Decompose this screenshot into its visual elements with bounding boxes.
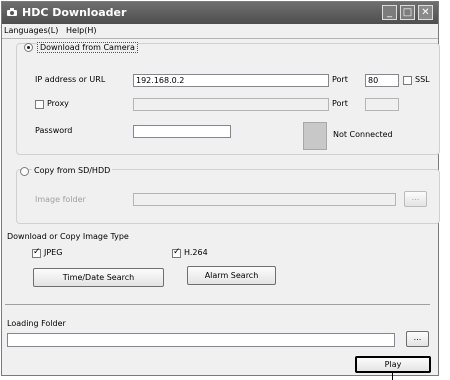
play-button[interactable]: Play — [355, 356, 431, 373]
callout-line — [392, 373, 393, 380]
proxy-port-label: Port — [332, 99, 348, 108]
proxy-checkbox[interactable] — [35, 100, 44, 109]
alarm-search-button[interactable]: Alarm Search — [187, 266, 276, 285]
copy-from-sd-hdd-radio[interactable] — [20, 167, 29, 176]
copy-from-sd-hdd-label[interactable]: Copy from SD/HDD — [32, 166, 113, 175]
hdc-downloader-window: HDC Downloader _ □ ✕ Languages(L) Help(H… — [1, 1, 440, 376]
menu-help[interactable]: Help(H) — [66, 26, 97, 35]
jpeg-checkbox[interactable] — [32, 247, 41, 258]
ip-address-input[interactable]: 192.168.0.2 — [133, 74, 329, 87]
maximize-button[interactable]: □ — [400, 5, 415, 20]
jpeg-label: JPEG — [44, 248, 63, 257]
image-type-label: Download or Copy Image Type — [7, 232, 129, 241]
close-button[interactable]: ✕ — [418, 5, 433, 20]
camera-icon — [7, 8, 17, 16]
connection-status-indicator — [303, 122, 327, 150]
ssl-label: SSL — [415, 75, 430, 84]
loading-folder-input[interactable] — [7, 333, 395, 347]
copy-from-sd-hdd-group: Copy from SD/HDD Image folder ... — [16, 166, 440, 224]
loading-folder-label: Loading Folder — [7, 319, 66, 328]
minimize-button[interactable]: _ — [382, 5, 397, 20]
password-input[interactable] — [133, 125, 231, 138]
proxy-input[interactable] — [133, 98, 329, 111]
connection-status-text: Not Connected — [333, 130, 393, 139]
download-from-camera-radio[interactable] — [24, 43, 33, 52]
image-folder-input[interactable] — [133, 193, 396, 206]
download-from-camera-group: Download from Camera IP address or URL 1… — [16, 42, 440, 155]
h264-checkbox[interactable] — [172, 247, 181, 258]
port-input[interactable]: 80 — [365, 74, 399, 87]
menu-languages[interactable]: Languages(L) — [4, 26, 58, 35]
section-divider — [5, 304, 430, 305]
loading-folder-browse-button[interactable]: ... — [406, 331, 429, 347]
proxy-port-input[interactable] — [365, 98, 399, 111]
h264-label: H.264 — [184, 248, 208, 257]
download-from-camera-label[interactable]: Download from Camera — [37, 42, 138, 53]
password-label: Password — [35, 126, 73, 135]
port-label: Port — [332, 75, 348, 84]
time-date-search-button[interactable]: Time/Date Search — [33, 268, 164, 287]
proxy-label: Proxy — [47, 99, 69, 108]
title-bar[interactable]: HDC Downloader _ □ ✕ — [2, 2, 438, 24]
ssl-checkbox[interactable] — [403, 76, 412, 85]
image-folder-browse-button[interactable]: ... — [404, 191, 427, 207]
image-folder-label: Image folder — [35, 195, 86, 204]
window-title: HDC Downloader — [22, 6, 127, 19]
ip-address-label: IP address or URL — [35, 75, 106, 84]
menu-bar: Languages(L) Help(H) — [2, 24, 438, 39]
